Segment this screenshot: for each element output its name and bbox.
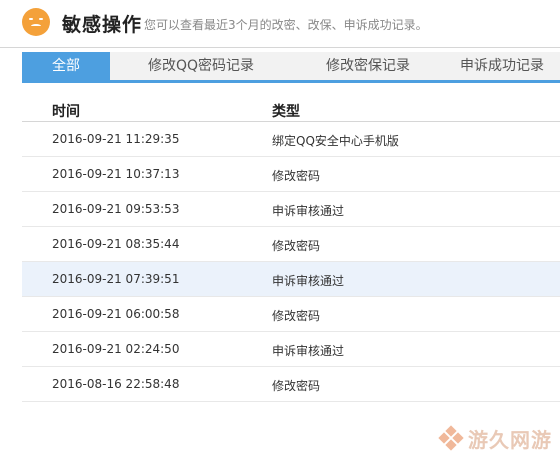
page-header: 敏感操作 您可以查看最近3个月的改密、改保、申诉成功记录。 [0,0,560,48]
records-table: 时间 类型 2016-09-21 11:29:35 绑定QQ安全中心手机版 20… [22,100,560,402]
table-row: 2016-09-21 02:24:50 申诉审核通过 [22,332,560,367]
row-type: 修改密码 [272,239,321,253]
table-row: 2016-09-21 06:00:58 修改密码 [22,297,560,332]
tab-bar: 全部 修改QQ密码记录 修改密保记录 申诉成功记录 [22,52,560,83]
row-type: 申诉审核通过 [272,204,345,218]
table-row: 2016-08-16 22:58:48 修改密码 [22,367,560,402]
row-time: 2016-09-21 09:53:53 [52,202,180,216]
row-type: 申诉审核通过 [272,274,345,288]
tab-qq-password-records[interactable]: 修改QQ密码记录 [110,52,292,80]
page-subtitle: 您可以查看最近3个月的改密、改保、申诉成功记录。 [144,18,428,32]
row-type: 修改密码 [272,379,321,393]
tab-all[interactable]: 全部 [22,52,110,80]
row-time: 2016-08-16 22:58:48 [52,377,180,391]
row-time: 2016-09-21 07:39:51 [52,272,180,286]
table-row: 2016-09-21 11:29:35 绑定QQ安全中心手机版 [22,122,560,157]
table-header: 时间 类型 [22,100,560,122]
watermark: 游久网游 [438,424,552,452]
page-title: 敏感操作 [62,14,143,36]
tab-appeal-records[interactable]: 申诉成功记录 [444,52,560,80]
row-type: 绑定QQ安全中心手机版 [272,134,399,148]
watermark-text: 游久网游 [468,427,552,452]
table-row-highlighted: 2016-09-21 07:39:51 申诉审核通过 [22,262,560,297]
row-time: 2016-09-21 02:24:50 [52,342,180,356]
row-time: 2016-09-21 10:37:13 [52,167,180,181]
watermark-logo-icon [438,425,464,451]
table-row: 2016-09-21 10:37:13 修改密码 [22,157,560,192]
tab-security-records[interactable]: 修改密保记录 [292,52,444,80]
row-time: 2016-09-21 06:00:58 [52,307,180,321]
row-type: 修改密码 [272,309,321,323]
row-time: 2016-09-21 11:29:35 [52,132,180,146]
table-row: 2016-09-21 09:53:53 申诉审核通过 [22,192,560,227]
row-type: 申诉审核通过 [272,344,345,358]
row-time: 2016-09-21 08:35:44 [52,237,180,251]
sad-face-icon [22,8,50,36]
column-header-time: 时间 [52,104,80,120]
row-type: 修改密码 [272,169,321,183]
table-row: 2016-09-21 08:35:44 修改密码 [22,227,560,262]
column-header-type: 类型 [272,104,300,120]
